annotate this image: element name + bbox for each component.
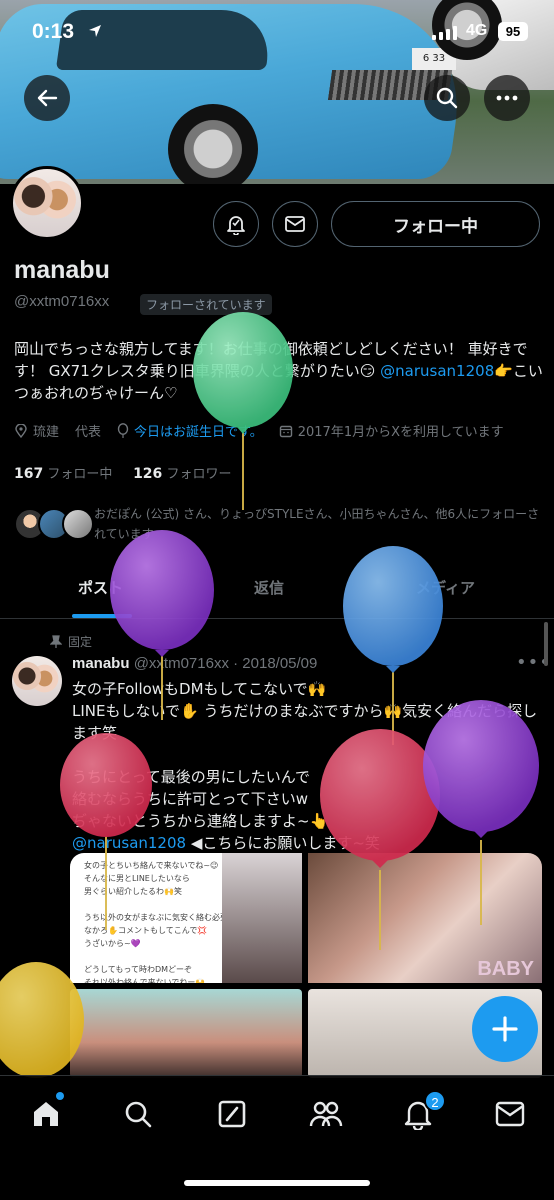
nav-communities[interactable] [306,1094,346,1134]
avatar [62,508,94,540]
tweet-image-photo [222,853,302,983]
followers-label: フォロワー [166,467,232,482]
profile-location-text: 代表 [75,425,102,440]
following-link[interactable]: 167 フォロー中 [14,466,113,482]
more-icon [496,95,518,101]
nav-home[interactable] [26,1094,66,1134]
profile-name: manabu [14,256,110,284]
profile-tabs: ポスト 返信 メディア [0,565,554,619]
notifications-badge: 2 [424,1090,446,1112]
compose-icon [218,1100,246,1128]
tweet-image-text: 女の子とちいち絡んで来ないでね~😉 そんなに男とLINEしたいなら 男ぐらい紹介… [84,861,228,983]
tab-posts[interactable]: ポスト [78,577,123,598]
follow-counts: 167 フォロー中 126 フォロワー [14,463,231,482]
tweet-handle: @xxtm0716xx [133,655,229,672]
profile-birthday: 今日はお誕生日です。 [117,421,263,440]
nav-messages[interactable] [490,1094,530,1134]
search-button[interactable] [424,75,470,121]
tweet-media-grid: 女の子とちいち絡んで来ないでね~😉 そんなに男とLINEしたいなら 男ぐらい紹介… [70,853,542,1078]
scrollbar[interactable] [544,622,548,666]
tweet-mention-link[interactable]: @narusan1208 [72,834,186,852]
profile-birthday-text: 今日はお誕生日です。 [134,425,263,440]
mail-icon [495,1101,525,1127]
profile-joined: 2017年1月からXを利用しています [279,421,504,440]
profile-handle: @xxtm0716xx [14,293,110,310]
tweet-date[interactable]: 2018/05/09 [242,655,317,672]
mutual-followers-text[interactable]: おだぽん (公式) さん、りょっぴSTYLEさん、小田ちゃんさん、他6人にフォロ… [94,504,544,544]
profile-category: 琉建 [14,421,59,440]
tab-replies[interactable]: 返信 [254,577,284,598]
tweet-image[interactable]: 女の子とちいち絡んで来ないでね~😉 そんなに男とLINEしたいなら 男ぐらい紹介… [70,853,302,983]
tweet-avatar[interactable] [12,656,62,706]
pin-icon [50,634,62,648]
notification-bell-icon [227,216,245,235]
location-arrow-icon [89,25,101,37]
mail-icon [285,216,305,232]
active-tab-indicator [72,614,132,618]
tweet-header: manabu @xxtm0716xx · 2018/05/09 [72,655,318,672]
tweet-image[interactable] [70,989,302,1078]
mutual-followers-avatars[interactable] [14,508,94,540]
tweet-text: 女の子FollowもDMもしてこないで🙌 LINEもしないで✋ うちだけのまなぶ… [72,680,538,830]
follows-you-badge: フォローされています [140,294,272,315]
tab-media[interactable]: メディア [416,577,475,598]
search-icon [436,87,458,109]
network-type: 4G [466,22,488,39]
image-watermark: BABY [477,958,534,980]
tweet-image[interactable]: BABY [308,853,542,983]
following-count: 167 [14,466,44,482]
tweet-author[interactable]: manabu [72,655,130,672]
back-button[interactable] [24,75,70,121]
profile-joined-text: 2017年1月からXを利用しています [297,425,504,440]
nav-search[interactable] [118,1094,158,1134]
profile-category-text: 琉建 [33,425,60,440]
message-button[interactable] [272,201,318,247]
status-time: 0:13 [32,20,75,43]
more-options-button[interactable] [484,75,530,121]
followers-count: 126 [133,466,163,482]
home-icon [34,1102,58,1126]
home-indicator [184,1180,370,1186]
compose-post-button[interactable] [472,996,538,1062]
profile-location: 代表 [75,421,101,440]
bio-mention-link[interactable]: @narusan1208 [380,362,494,380]
pinned-text: 固定 [68,635,93,649]
home-unread-dot [56,1092,64,1100]
back-icon [37,89,58,107]
following-label: フォロー中 [47,467,113,482]
location-icon [15,423,27,438]
following-button[interactable]: フォロー中 [331,201,540,247]
notification-subscribe-button[interactable] [213,201,259,247]
nav-grok[interactable] [212,1094,252,1134]
search-icon [125,1101,152,1128]
pinned-label: 固定 [50,633,92,650]
profile-avatar[interactable] [10,166,84,240]
banner-car-wheel [168,104,258,184]
communities-icon [309,1101,343,1127]
tweet-text-tail: ◀こちらにお願いします~笑 [186,834,380,852]
plus-icon [492,1016,518,1042]
calendar-icon [279,425,292,437]
status-bar: 0:13 4G 95 [0,0,554,62]
tweet-body: 女の子FollowもDMもしてこないで🙌 LINEもしないで✋ うちだけのまなぶ… [72,678,542,854]
battery-indicator: 95 [498,22,528,41]
signal-icon [432,26,457,40]
balloon-icon [117,422,129,438]
profile-meta: 琉建 代表 今日はお誕生日です。 2017年1月からXを利用しています [14,421,504,440]
profile-bio: 岡山でちっさな親方してます！お仕事の御依頼どしどしください！ 車好きです！ GX… [14,338,544,404]
followers-link[interactable]: 126 フォロワー [133,466,232,482]
